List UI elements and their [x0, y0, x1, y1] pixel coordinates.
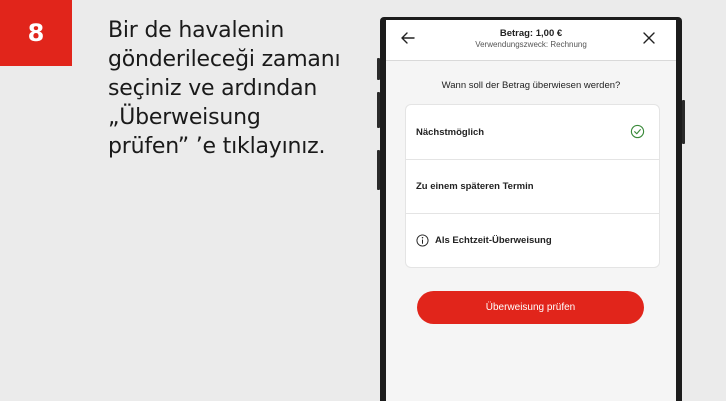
phone-side-button: [377, 92, 380, 128]
transfer-amount: Betrag: 1,00 €: [499, 28, 563, 39]
phone-side-button: [682, 100, 685, 144]
button-label: Überweisung prüfen: [485, 302, 576, 313]
instruction-text: Bir de havalenin gönderileceği zamanı se…: [108, 16, 378, 161]
timing-question: Wann soll der Betrag überwiesen werden?: [441, 80, 621, 91]
option-label: Zu einem späteren Termin: [416, 181, 534, 192]
instruction-line: prüfen” ’e tıklayınız.: [108, 134, 326, 159]
option-instant-transfer[interactable]: Als Echtzeit-Überweisung: [406, 213, 659, 267]
option-label: Nächstmöglich: [416, 126, 485, 138]
step-number-badge: 8: [0, 0, 72, 66]
option-label: Als Echtzeit-Überweisung: [435, 235, 552, 246]
transfer-purpose: Verwendungszweck: Rechnung: [475, 40, 587, 49]
option-earliest[interactable]: Nächstmöglich: [406, 105, 659, 159]
instruction-line: Bir de havalenin: [108, 18, 285, 43]
timing-options: Nächstmöglich Zu einem späteren Termin A…: [406, 105, 659, 267]
phone-screen: Betrag: 1,00 € Verwendungszweck: Rechnun…: [386, 20, 676, 401]
app-header: Betrag: 1,00 € Verwendungszweck: Rechnun…: [386, 20, 676, 61]
info-icon: [416, 234, 429, 247]
check-circle-icon: [630, 124, 645, 139]
phone-side-button: [377, 58, 380, 80]
check-transfer-button[interactable]: Überweisung prüfen: [417, 291, 644, 324]
phone-side-button: [377, 150, 380, 190]
close-icon[interactable]: [640, 29, 658, 47]
option-later-date[interactable]: Zu einem späteren Termin: [406, 159, 659, 213]
instruction-line: gönderileceği zamanı: [108, 47, 341, 72]
instruction-line: seçiniz ve ardından: [108, 76, 318, 101]
step-number: 8: [27, 19, 45, 47]
instruction-line: „Überweisung: [108, 105, 261, 130]
